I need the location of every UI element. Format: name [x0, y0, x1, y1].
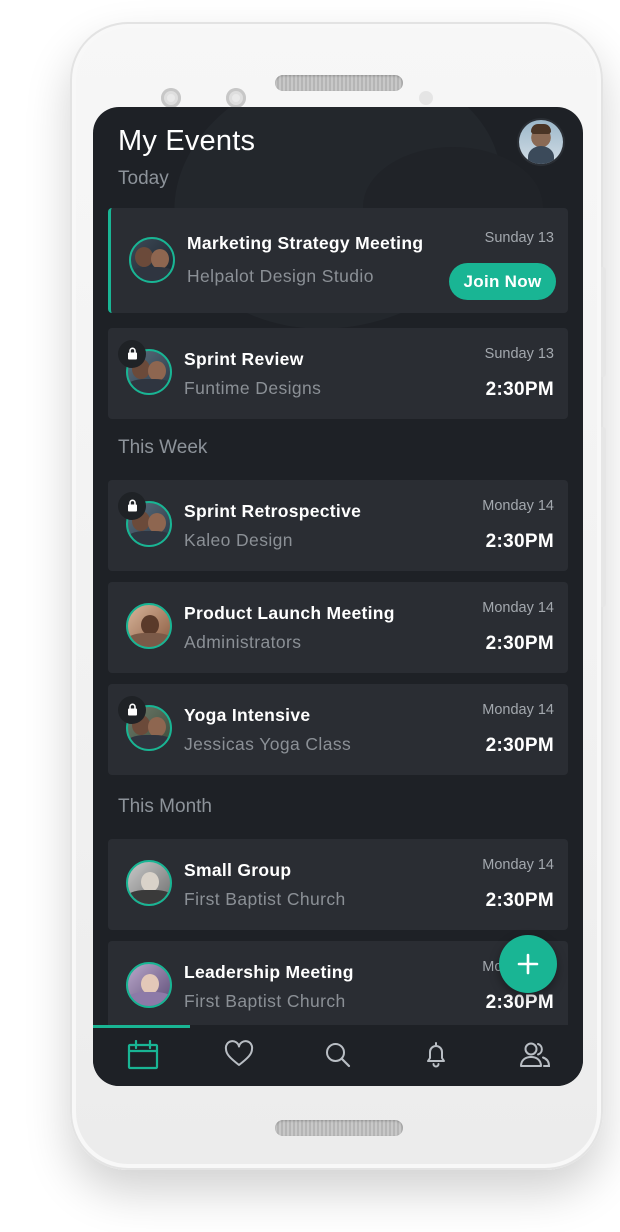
- event-date: Monday 14: [482, 498, 554, 514]
- section-today: Today: [118, 168, 169, 189]
- event-avatar: [126, 962, 172, 1008]
- event-avatar: [126, 860, 172, 906]
- event-title: Yoga Intensive: [184, 705, 311, 725]
- event-organizer: Administrators: [184, 632, 302, 652]
- event-organizer: Helpalot Design Studio: [187, 266, 374, 286]
- event-title: Marketing Strategy Meeting: [187, 233, 424, 253]
- lock-icon: [118, 492, 146, 520]
- lock-icon: [118, 340, 146, 368]
- volume-button: [601, 427, 606, 607]
- event-card-marketing-strategy-meeting[interactable]: Marketing Strategy Meeting Helpalot Desi…: [108, 208, 568, 313]
- event-time: 2:30PM: [485, 992, 554, 1013]
- bottom-speaker: [275, 1120, 403, 1136]
- calendar-icon: [127, 1040, 159, 1070]
- event-avatar: [129, 237, 175, 283]
- event-title: Product Launch Meeting: [184, 603, 395, 623]
- event-card-leadership-meeting[interactable]: Leadership Meeting First Baptist Church …: [108, 941, 568, 1032]
- event-organizer: First Baptist Church: [184, 889, 346, 909]
- tab-favorites[interactable]: [219, 1037, 259, 1073]
- tab-search[interactable]: [318, 1037, 358, 1073]
- event-time: 2:30PM: [485, 735, 554, 756]
- event-title: Sprint Retrospective: [184, 501, 362, 521]
- event-date: Monday 14: [482, 702, 554, 718]
- earpiece-speaker: [275, 75, 403, 91]
- section-this-week: This Week: [118, 437, 208, 458]
- tab-notifications[interactable]: [416, 1037, 456, 1073]
- event-title: Leadership Meeting: [184, 962, 354, 982]
- add-event-button[interactable]: [499, 935, 557, 993]
- event-card-yoga-intensive[interactable]: Yoga Intensive Jessicas Yoga Class Monda…: [108, 684, 568, 775]
- search-icon: [326, 1043, 351, 1068]
- event-avatar: [126, 603, 172, 649]
- event-date: Monday 14: [482, 857, 554, 873]
- heart-icon: [224, 1040, 254, 1066]
- active-tab-indicator: [93, 1025, 190, 1028]
- event-time: 2:30PM: [485, 379, 554, 400]
- front-sensor: [226, 88, 246, 108]
- power-button: [601, 267, 606, 377]
- event-card-sprint-retrospective[interactable]: Sprint Retrospective Kaleo Design Monday…: [108, 480, 568, 571]
- event-time: 2:30PM: [485, 633, 554, 654]
- tab-people[interactable]: [513, 1037, 553, 1073]
- event-date: Sunday 13: [484, 230, 554, 246]
- event-date: Monday 14: [482, 600, 554, 616]
- front-camera: [161, 88, 181, 108]
- bell-icon: [427, 1042, 445, 1068]
- event-card-product-launch-meeting[interactable]: Product Launch Meeting Administrators Mo…: [108, 582, 568, 673]
- event-time: 2:30PM: [485, 890, 554, 911]
- page-title: My Events: [118, 125, 256, 157]
- event-time: 2:30PM: [485, 531, 554, 552]
- event-card-sprint-review[interactable]: Sprint Review Funtime Designs Sunday 13 …: [108, 328, 568, 419]
- bottom-tab-bar: [93, 1025, 583, 1086]
- event-date: Sunday 13: [484, 346, 554, 362]
- event-title: Small Group: [184, 860, 292, 880]
- proximity-sensor: [419, 91, 433, 105]
- event-organizer: Jessicas Yoga Class: [184, 734, 352, 754]
- lock-icon: [118, 696, 146, 724]
- event-organizer: First Baptist Church: [184, 991, 346, 1011]
- app-screen: My Events Today Marketing Strategy Meeti…: [93, 107, 583, 1086]
- tab-calendar[interactable]: [122, 1037, 162, 1073]
- section-this-month: This Month: [118, 796, 212, 817]
- event-title: Sprint Review: [184, 349, 304, 369]
- event-organizer: Funtime Designs: [184, 378, 322, 398]
- users-icon: [520, 1042, 551, 1067]
- profile-avatar[interactable]: [519, 120, 563, 164]
- event-organizer: Kaleo Design: [184, 530, 293, 550]
- event-card-small-group[interactable]: Small Group First Baptist Church Monday …: [108, 839, 568, 930]
- plus-icon: [517, 953, 539, 975]
- join-now-button[interactable]: Join Now: [449, 263, 556, 300]
